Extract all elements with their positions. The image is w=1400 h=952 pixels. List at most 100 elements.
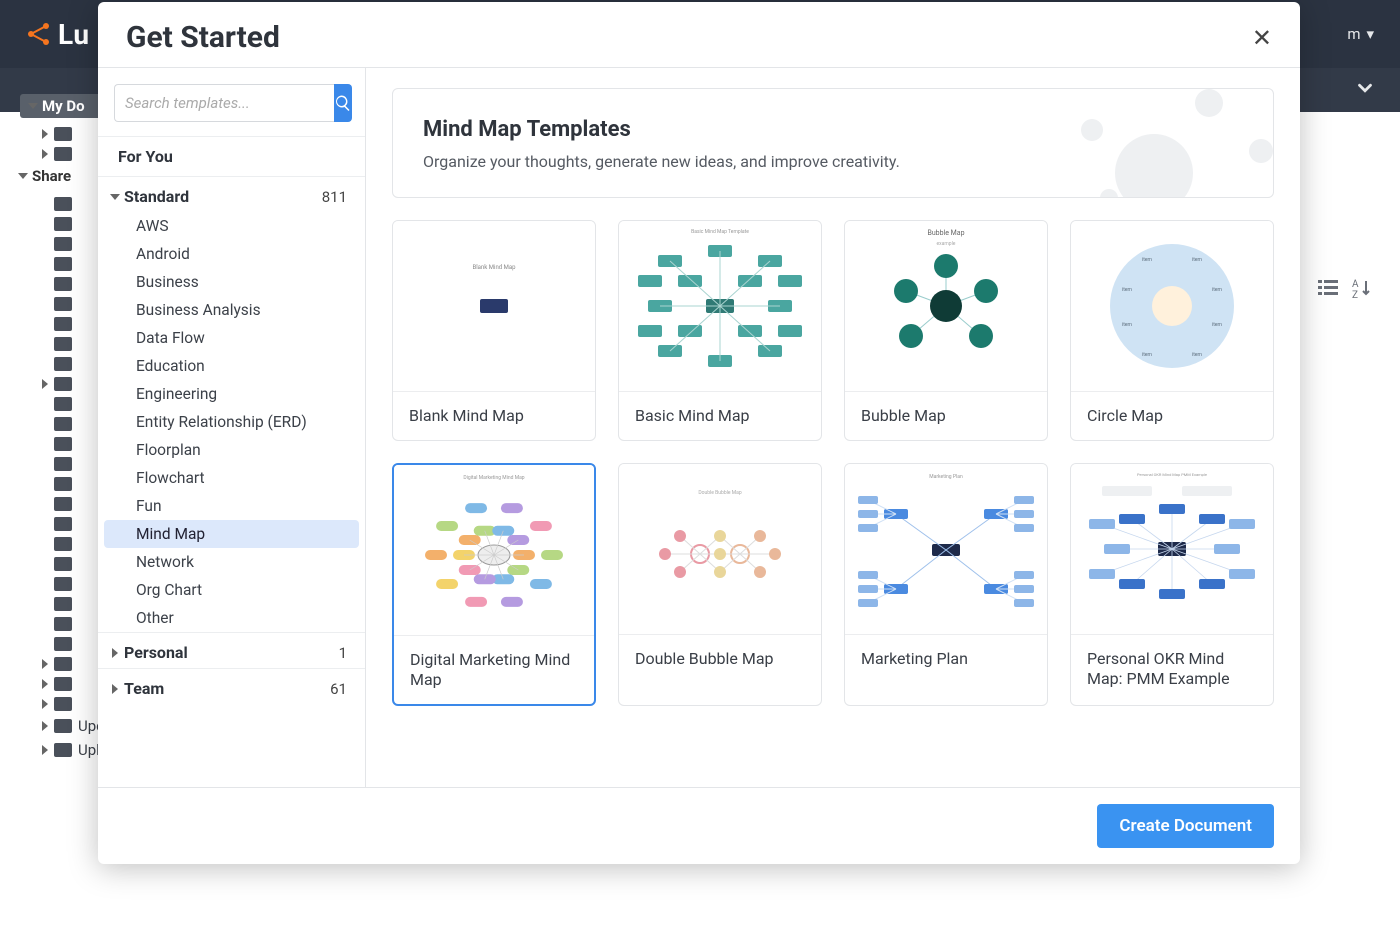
contact-icon	[54, 437, 72, 451]
template-label: Bubble Map	[845, 391, 1047, 440]
caret-down-icon	[18, 173, 28, 179]
category-item[interactable]: Engineering	[104, 380, 359, 408]
template-card[interactable]: Marketing PlanMarketing Plan	[844, 463, 1048, 706]
svg-text:A: A	[1352, 279, 1359, 290]
caret-right-icon	[42, 679, 48, 689]
contact-icon	[54, 237, 72, 251]
contact-icon	[54, 637, 72, 651]
template-label: Digital Marketing Mind Map	[394, 635, 594, 704]
template-label: Blank Mind Map	[393, 391, 595, 440]
chevron-down-icon[interactable]	[1354, 77, 1376, 103]
caret-icon	[110, 194, 120, 200]
svg-text:Personal OKR Mind Map PMM Exam: Personal OKR Mind Map PMM Example	[1137, 472, 1207, 477]
caret-right-icon	[42, 129, 48, 139]
contact-icon	[54, 517, 72, 531]
contact-icon	[54, 197, 72, 211]
hero-art	[1043, 88, 1274, 198]
category-item[interactable]: Mind Map	[104, 520, 359, 548]
create-document-button[interactable]: Create Document	[1097, 804, 1274, 848]
close-icon[interactable]: ✕	[1252, 24, 1272, 52]
caret-right-icon	[42, 659, 48, 669]
contact-icon	[54, 677, 72, 691]
shared-label: Share	[32, 167, 71, 185]
template-grid: Blank Mind Map Blank Mind Map Basic Mind M…	[392, 220, 1274, 706]
svg-text:item: item	[1142, 352, 1153, 358]
search-input[interactable]	[114, 84, 334, 122]
modal-footer: Create Document	[98, 787, 1300, 864]
template-card[interactable]: Blank Mind Map Blank Mind Map	[392, 220, 596, 441]
modal-sidebar: For You Standard811AWSAndroidBusinessBus…	[98, 68, 366, 787]
template-label: Personal OKR Mind Map: PMM Example	[1071, 634, 1273, 703]
contact-icon	[54, 557, 72, 571]
sort-icon[interactable]: AZ	[1352, 278, 1372, 303]
svg-text:item: item	[1122, 322, 1133, 328]
contact-icon	[54, 597, 72, 611]
contact-icon	[54, 397, 72, 411]
contact-icon	[54, 617, 72, 631]
template-card[interactable]: Bubble MapexampleBubble Map	[844, 220, 1048, 441]
doc-view-toolbar: AZ	[1318, 278, 1372, 303]
category-item[interactable]: Fun	[104, 492, 359, 520]
group-name: Standard	[124, 187, 189, 206]
category-item[interactable]: Data Flow	[104, 324, 359, 352]
template-thumb: Personal OKR Mind Map PMM Example	[1071, 464, 1273, 634]
contact-icon	[54, 577, 72, 591]
template-card[interactable]: Personal OKR Mind Map PMM Example Persona…	[1070, 463, 1274, 706]
caret-right-icon	[42, 699, 48, 709]
category-hero: Mind Map Templates Organize your thought…	[392, 88, 1274, 198]
template-card[interactable]: Basic Mind Map TemplateBasic Mind Map	[618, 220, 822, 441]
svg-text:item: item	[1192, 352, 1203, 358]
contact-icon	[54, 417, 72, 431]
category-item[interactable]: Business	[104, 268, 359, 296]
modal-body: For You Standard811AWSAndroidBusinessBus…	[98, 67, 1300, 787]
svg-text:Digital Marketing Mind Map: Digital Marketing Mind Map	[463, 475, 524, 481]
my-documents-label: My Do	[42, 97, 85, 115]
template-thumb: Double Bubble Map	[619, 464, 821, 634]
svg-text:Double Bubble Map: Double Bubble Map	[698, 490, 741, 496]
team-label: m	[1347, 25, 1360, 43]
category-item[interactable]: Education	[104, 352, 359, 380]
category-item[interactable]: Org Chart	[104, 576, 359, 604]
category-item[interactable]: Business Analysis	[104, 296, 359, 324]
template-card[interactable]: Digital Marketing Mind Map Digital Market…	[392, 463, 596, 706]
category-item[interactable]: Other	[104, 604, 359, 632]
template-card[interactable]: itemitemitemitemitemitemitemitemCircle M…	[1070, 220, 1274, 441]
folder-icon	[54, 127, 72, 141]
caret-down-icon: ▾	[1366, 25, 1374, 43]
category-group-team[interactable]: Team61	[98, 668, 365, 704]
category-item[interactable]: Floorplan	[104, 436, 359, 464]
contact-icon	[54, 317, 72, 331]
contact-icon	[54, 217, 72, 231]
category-item[interactable]: Entity Relationship (ERD)	[104, 408, 359, 436]
group-count: 61	[330, 680, 347, 698]
for-you-section[interactable]: For You	[98, 136, 365, 177]
contact-icon	[54, 719, 72, 733]
category-group-personal[interactable]: Personal1	[98, 632, 365, 668]
modal-header: Get Started ✕	[98, 2, 1300, 67]
svg-text:item: item	[1212, 322, 1223, 328]
category-item[interactable]: AWS	[104, 212, 359, 240]
category-item[interactable]: Flowchart	[104, 464, 359, 492]
app-logo: Lu	[26, 18, 90, 51]
contact-icon	[54, 477, 72, 491]
search-button[interactable]	[334, 84, 352, 122]
svg-text:item: item	[1212, 287, 1223, 293]
contact-icon	[54, 257, 72, 271]
contact-icon	[54, 457, 72, 471]
svg-text:item: item	[1142, 257, 1153, 263]
caret-right-icon	[42, 379, 48, 389]
template-thumb: Digital Marketing Mind Map	[394, 465, 594, 635]
svg-text:example: example	[937, 241, 956, 247]
list-view-icon[interactable]	[1318, 278, 1338, 303]
category-item[interactable]: Network	[104, 548, 359, 576]
template-label: Marketing Plan	[845, 634, 1047, 683]
modal-content: Mind Map Templates Organize your thought…	[366, 68, 1300, 787]
svg-text:Blank Mind Map: Blank Mind Map	[472, 264, 516, 271]
caret-icon	[112, 684, 118, 694]
caret-right-icon	[42, 745, 48, 755]
template-thumb: Marketing Plan	[845, 464, 1047, 634]
template-card[interactable]: Double Bubble MapDouble Bubble Map	[618, 463, 822, 706]
team-dropdown[interactable]: m ▾	[1347, 25, 1374, 43]
category-item[interactable]: Android	[104, 240, 359, 268]
category-group-standard[interactable]: Standard811	[98, 177, 365, 212]
